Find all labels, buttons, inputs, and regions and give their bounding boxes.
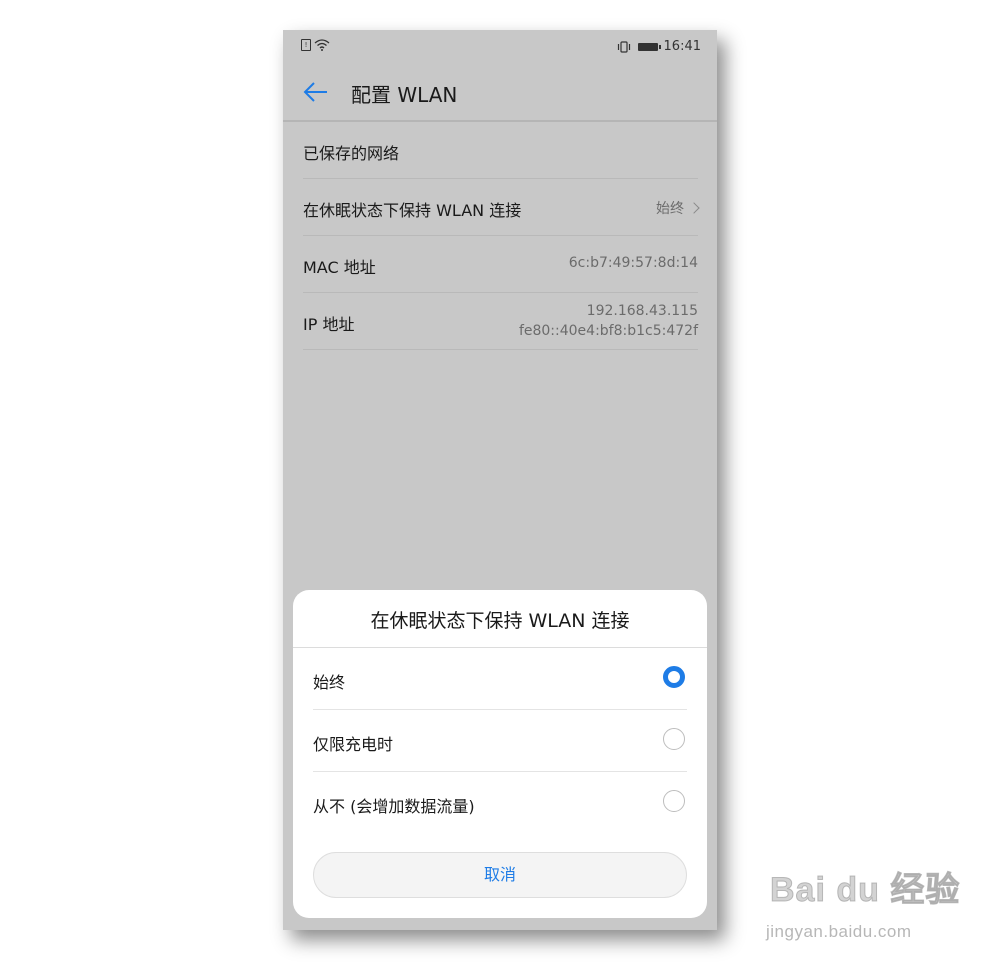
vibrate-icon (617, 40, 630, 53)
option-label: 仅限充电时 (313, 735, 394, 754)
radio-button[interactable] (663, 790, 685, 812)
app-bar: 配置 WLAN (283, 64, 717, 120)
status-right-icons: 16:41 (616, 39, 701, 54)
status-left-icons: ! (301, 39, 330, 51)
baidu-watermark: Bai du 经验 jingyan.baidu.com (766, 862, 970, 952)
status-time: 16:41 (663, 39, 701, 54)
keep-wlan-dialog: 在休眠状态下保持 WLAN 连接 始终 仅限充电时 从不 (会增加数据流量) 取… (293, 590, 707, 918)
settings-list: 已保存的网络 在休眠状态下保持 WLAN 连接 始终 MAC 地址 6c:b7:… (303, 122, 700, 350)
ip-v4-value: 192.168.43.115 (586, 303, 698, 319)
keep-wlan-label: 在休眠状态下保持 WLAN 连接 (303, 201, 522, 220)
ip-label: IP 地址 (303, 315, 355, 334)
option-label: 始终 (313, 673, 346, 692)
option-never[interactable]: 从不 (会增加数据流量) (313, 772, 687, 833)
mac-value: 6c:b7:49:57:8d:14 (568, 255, 698, 271)
keep-wlan-value: 始终 (656, 201, 684, 217)
page-title: 配置 WLAN (351, 83, 458, 107)
option-always[interactable]: 始终 (313, 648, 687, 710)
saved-networks-label: 已保存的网络 (303, 144, 400, 163)
keep-wlan-value-wrap: 始终 (656, 198, 700, 218)
cancel-button[interactable]: 取消 (313, 852, 687, 898)
chevron-right-icon (688, 202, 700, 214)
sim-icon: ! (301, 39, 311, 51)
option-label: 从不 (会增加数据流量) (313, 797, 475, 816)
settings-row-keep-wlan[interactable]: 在休眠状态下保持 WLAN 连接 始终 (303, 179, 700, 236)
settings-row-ip: IP 地址 192.168.43.115 fe80::40e4:bf8:b1c5… (303, 293, 698, 350)
radio-button[interactable] (663, 728, 685, 750)
ip-value: 192.168.43.115 fe80::40e4:bf8:b1c5:472f (519, 301, 698, 341)
phone-screen: ! 16:41 配置 WLAN 已保存的网络 在休眠状态下保持 WLAN 连接 … (283, 30, 717, 930)
dialog-options: 始终 仅限充电时 从不 (会增加数据流量) (313, 648, 687, 833)
arrow-left-icon[interactable] (301, 78, 331, 106)
radio-button-selected[interactable] (663, 666, 685, 688)
settings-row-saved-networks[interactable]: 已保存的网络 (303, 122, 698, 179)
watermark-url: jingyan.baidu.com (766, 922, 912, 941)
option-charging-only[interactable]: 仅限充电时 (313, 710, 687, 772)
settings-row-mac: MAC 地址 6c:b7:49:57:8d:14 (303, 236, 698, 293)
dialog-title: 在休眠状态下保持 WLAN 连接 (370, 610, 630, 632)
battery-icon (637, 42, 661, 51)
mac-label: MAC 地址 (303, 258, 376, 277)
watermark-brand: Bai du 经验 (769, 871, 961, 910)
status-bar: ! 16:41 (283, 30, 717, 64)
ip-v6-value: fe80::40e4:bf8:b1c5:472f (518, 323, 698, 339)
wifi-icon (314, 39, 330, 51)
